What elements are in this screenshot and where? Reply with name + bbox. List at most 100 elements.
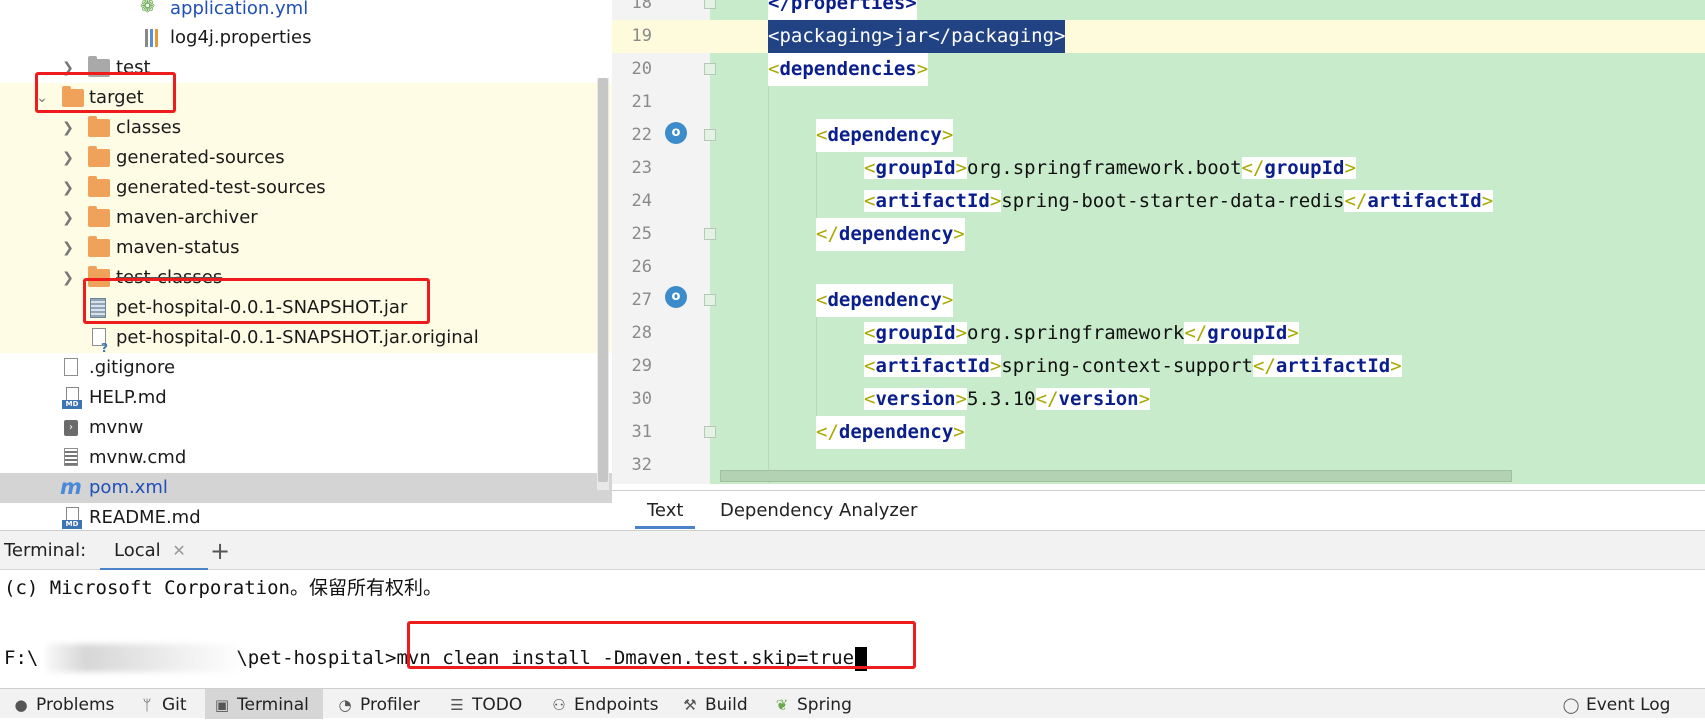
tree-item-label: README.md [89, 507, 201, 528]
ignore-file-icon [64, 358, 78, 376]
tree-item-label: pet-hospital-0.0.1-SNAPSHOT.jar.original [116, 327, 479, 348]
tree-item-label: mvnw [89, 417, 144, 438]
tree-scrollbar[interactable] [597, 78, 609, 490]
toolbar-terminal[interactable]: ▣ Terminal [205, 689, 323, 719]
tree-item-mvnw-cmd[interactable]: mvnw.cmd [0, 443, 612, 473]
spring-config-icon: ❁ [140, 0, 156, 17]
line-number: 30 [631, 389, 652, 409]
toolbar-problems[interactable]: ● Problems [12, 689, 114, 719]
code-line-27: <dependency> [816, 284, 954, 317]
tree-item-snapshot-jar-original[interactable]: ? pet-hospital-0.0.1-SNAPSHOT.jar.origin… [0, 323, 612, 355]
tree-item-label: generated-test-sources [116, 177, 326, 198]
code-line-20: <dependencies> [768, 53, 929, 86]
markdown-file-icon: MD [62, 507, 82, 529]
tree-item-label: log4j.properties [170, 27, 312, 48]
project-tree: ❁ application.yml log4j.properties ❯ tes… [0, 0, 612, 530]
line-number: 23 [631, 158, 652, 178]
terminal-header: Terminal: Local ✕ + [0, 530, 1705, 571]
line-number: 19 [631, 26, 652, 46]
new-terminal-button[interactable]: + [210, 531, 230, 571]
toolbar-profiler[interactable]: ◔ Profiler [336, 689, 419, 719]
maven-icon: m [60, 475, 82, 499]
tree-item-label: classes [116, 117, 182, 138]
line-number: 27 [631, 290, 652, 310]
toolbar-todo[interactable]: ☰ TODO [448, 689, 522, 719]
code-line-19: <packaging>jar</packaging> [768, 20, 1066, 53]
fold-marker-icon[interactable] [704, 426, 716, 438]
tree-item-pom-xml[interactable]: m pom.xml [0, 473, 612, 503]
tab-text[interactable]: Text [634, 491, 696, 531]
close-icon[interactable]: ✕ [172, 541, 185, 560]
tree-item-classes[interactable]: ❯ classes [0, 113, 612, 143]
editor-horizontal-scrollbar[interactable] [720, 470, 1512, 482]
tree-item-application-yml[interactable]: ❁ application.yml [0, 0, 612, 24]
properties-file-icon [145, 29, 161, 47]
tree-item-help-md[interactable]: MD HELP.md [0, 383, 612, 413]
line-number: 28 [631, 323, 652, 343]
highlight-box-jar [83, 278, 430, 324]
toolbar-endpoints[interactable]: ⚇ Endpoints [550, 689, 658, 719]
scrollbar-thumb[interactable] [598, 78, 608, 482]
tree-item-generated-sources[interactable]: ❯ generated-sources [0, 143, 612, 173]
fold-marker-icon[interactable] [704, 63, 716, 75]
navigate-dependency-icon[interactable]: o [665, 122, 687, 144]
tree-item-label: maven-archiver [116, 207, 258, 228]
fold-marker-icon[interactable] [704, 0, 716, 9]
chevron-right-icon[interactable]: ❯ [60, 233, 76, 263]
line-number: 24 [631, 191, 652, 211]
chevron-right-icon[interactable]: ❯ [60, 143, 76, 173]
code-line-24: <artifactId>spring-boot-starter-data-red… [864, 190, 1494, 212]
redacted-path-blur [46, 644, 246, 672]
profiler-icon: ◔ [338, 696, 352, 714]
tree-item-label: generated-sources [116, 147, 285, 168]
toolbar-spring[interactable]: ❦ Spring [773, 689, 852, 719]
indent-guide [768, 53, 769, 483]
chevron-right-icon[interactable]: ❯ [60, 113, 76, 143]
tree-item-maven-status[interactable]: ❯ maven-status [0, 233, 612, 263]
code-line-25: </dependency> [816, 218, 965, 251]
line-number: 29 [631, 356, 652, 376]
tab-dependency-analyzer[interactable]: Dependency Analyzer [720, 491, 917, 531]
line-number: 26 [631, 257, 652, 277]
line-number: 25 [631, 224, 652, 244]
code-line-31: </dependency> [816, 416, 965, 449]
tree-item-mvnw[interactable]: › mvnw [0, 413, 612, 443]
toolbar-git[interactable]: ᛘ Git [138, 689, 186, 719]
folder-icon [88, 146, 110, 167]
tree-item-maven-archiver[interactable]: ❯ maven-archiver [0, 203, 612, 233]
fold-marker-icon[interactable] [704, 129, 716, 141]
tree-item-label: HELP.md [89, 387, 167, 408]
folder-icon [88, 206, 110, 227]
line-number: 32 [631, 455, 652, 475]
chevron-right-icon[interactable]: ❯ [60, 263, 76, 293]
problems-icon: ● [14, 696, 28, 714]
chevron-right-icon[interactable]: ❯ [60, 203, 76, 233]
line-number: 20 [631, 59, 652, 79]
code-line-28: <groupId>org.springframework</groupId> [864, 322, 1299, 344]
terminal-line: (c) Microsoft Corporation。保留所有权利。 [4, 577, 442, 599]
endpoints-icon: ⚇ [552, 696, 566, 714]
code-line-18: </properties> [768, 0, 917, 20]
terminal-output[interactable]: (c) Microsoft Corporation。保留所有权利。 F:\ \pe… [0, 570, 1705, 688]
tab-terminal-local[interactable]: Local ✕ [100, 531, 208, 571]
toolbar-build[interactable]: ⚒ Build [681, 689, 747, 719]
fold-marker-icon[interactable] [704, 294, 716, 306]
chevron-right-icon[interactable]: ❯ [60, 173, 76, 203]
tree-item-generated-test-sources[interactable]: ❯ generated-test-sources [0, 173, 612, 203]
todo-list-icon: ☰ [450, 696, 464, 714]
terminal-tab-label: Local [114, 540, 161, 561]
navigate-dependency-icon[interactable]: o [665, 286, 687, 308]
terminal-title: Terminal: [4, 540, 87, 561]
toolbar-event-log[interactable]: ◯ Event Log [1562, 689, 1671, 719]
cmd-file-icon [64, 448, 78, 466]
folder-icon [88, 116, 110, 137]
line-number: 31 [631, 422, 652, 442]
tree-item-gitignore[interactable]: .gitignore [0, 353, 612, 383]
folder-icon [88, 236, 110, 257]
terminal-icon: ▣ [214, 696, 230, 714]
fold-marker-icon[interactable] [704, 228, 716, 240]
tree-item-log4j-properties[interactable]: log4j.properties [0, 23, 612, 53]
code-editor[interactable]: 18 19 20 21 22 23 24 25 26 27 28 29 30 3… [612, 0, 1705, 484]
tree-item-readme-md[interactable]: MD README.md [0, 503, 612, 530]
code-line-22: <dependency> [816, 119, 954, 152]
